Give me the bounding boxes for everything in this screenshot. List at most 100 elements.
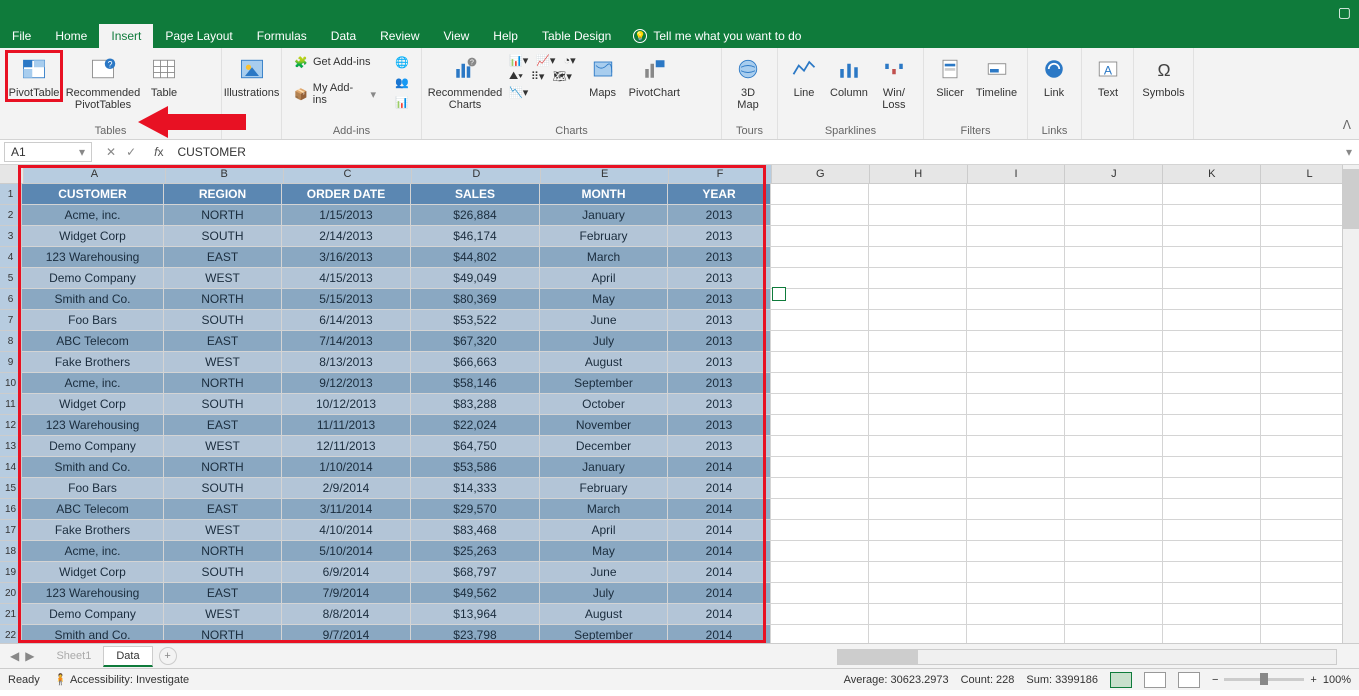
slicer-button[interactable]: Slicer	[930, 51, 970, 101]
cell[interactable]: REGION	[164, 184, 282, 205]
cell[interactable]	[869, 226, 967, 247]
text-button[interactable]: AText	[1088, 51, 1128, 101]
cell[interactable]: 2013	[668, 331, 771, 352]
cell[interactable]: 2013	[668, 226, 771, 247]
formula-expand-icon[interactable]: ▾	[1339, 145, 1359, 159]
cell[interactable]: 2013	[668, 394, 771, 415]
cell[interactable]	[1163, 520, 1261, 541]
cell[interactable]: 3/11/2014	[282, 499, 411, 520]
row-header[interactable]: 16	[0, 499, 21, 520]
cell[interactable]	[1163, 562, 1261, 583]
cell[interactable]: SOUTH	[164, 394, 282, 415]
cell[interactable]	[869, 478, 967, 499]
cell[interactable]: August	[540, 604, 668, 625]
sparkline-column-button[interactable]: Column	[826, 51, 872, 101]
cell[interactable]	[869, 394, 967, 415]
column-header[interactable]: I	[968, 165, 1066, 183]
cell[interactable]	[1163, 226, 1261, 247]
page-layout-view-button[interactable]	[1144, 672, 1166, 688]
sheet-nav-prev-icon[interactable]: ◀	[10, 649, 19, 663]
cell[interactable]: 2014	[668, 625, 771, 643]
cell[interactable]: $64,750	[411, 436, 540, 457]
area-chart-icon[interactable]: ⛰▾	[506, 69, 526, 84]
symbols-button[interactable]: ΩSymbols	[1140, 51, 1187, 101]
cell[interactable]: 10/12/2013	[282, 394, 411, 415]
pie-chart-icon[interactable]: ◔▾	[560, 53, 578, 68]
tab-data[interactable]: Data	[319, 24, 368, 48]
row-header[interactable]: 17	[0, 520, 21, 541]
cell[interactable]	[1163, 247, 1261, 268]
cell[interactable]: Foo Bars	[22, 478, 164, 499]
cell[interactable]	[869, 373, 967, 394]
cell[interactable]	[771, 541, 869, 562]
cell[interactable]: 1/10/2014	[282, 457, 411, 478]
cell[interactable]	[1065, 394, 1163, 415]
cell[interactable]: NORTH	[164, 205, 282, 226]
cell[interactable]: EAST	[164, 583, 282, 604]
row-header[interactable]: 7	[0, 310, 21, 331]
cell[interactable]: Demo Company	[22, 436, 164, 457]
cell[interactable]	[771, 226, 869, 247]
row-header[interactable]: 2	[0, 205, 21, 226]
cell[interactable]: NORTH	[164, 541, 282, 562]
cell[interactable]: $66,663	[411, 352, 540, 373]
cell[interactable]: $58,146	[411, 373, 540, 394]
cell[interactable]: 2013	[668, 373, 771, 394]
cell[interactable]	[771, 436, 869, 457]
cell[interactable]: 2/9/2014	[282, 478, 411, 499]
cell[interactable]	[869, 352, 967, 373]
tab-home[interactable]: Home	[43, 24, 99, 48]
cell[interactable]: SOUTH	[164, 478, 282, 499]
recommended-pivottables-button[interactable]: ? Recommended PivotTables	[64, 51, 142, 113]
cell[interactable]: $46,174	[411, 226, 540, 247]
cell[interactable]: Acme, inc.	[22, 373, 164, 394]
cell[interactable]	[967, 184, 1065, 205]
cell[interactable]	[771, 604, 869, 625]
3dmap-button[interactable]: 3D Map	[728, 51, 768, 113]
cell[interactable]	[771, 583, 869, 604]
cell[interactable]	[771, 352, 869, 373]
cell[interactable]: January	[540, 457, 668, 478]
cell[interactable]	[967, 625, 1065, 643]
timeline-button[interactable]: Timeline	[972, 51, 1021, 101]
cell[interactable]	[1065, 226, 1163, 247]
cell[interactable]: WEST	[164, 520, 282, 541]
cell[interactable]: October	[540, 394, 668, 415]
cell[interactable]: 7/14/2013	[282, 331, 411, 352]
cell[interactable]: September	[540, 625, 668, 643]
cell[interactable]: August	[540, 352, 668, 373]
cell[interactable]: Acme, inc.	[22, 541, 164, 562]
column-header[interactable]: C	[284, 165, 413, 183]
tab-view[interactable]: View	[432, 24, 482, 48]
cell[interactable]	[967, 289, 1065, 310]
cell[interactable]	[869, 520, 967, 541]
vertical-scrollbar[interactable]	[1342, 165, 1359, 643]
row-header[interactable]: 22	[0, 625, 21, 643]
cell[interactable]	[967, 205, 1065, 226]
cell[interactable]	[967, 268, 1065, 289]
row-header[interactable]: 20	[0, 583, 21, 604]
cell[interactable]: February	[540, 478, 668, 499]
visio-icon[interactable]: 📊	[391, 93, 413, 111]
cell[interactable]: 2014	[668, 562, 771, 583]
column-header[interactable]: J	[1065, 165, 1163, 183]
cell[interactable]: 2014	[668, 520, 771, 541]
cell[interactable]: June	[540, 562, 668, 583]
cell[interactable]	[1163, 268, 1261, 289]
cell[interactable]: 12/11/2013	[282, 436, 411, 457]
scatter-chart-icon[interactable]: ⠿▾	[528, 69, 548, 84]
cell[interactable]	[1065, 436, 1163, 457]
line-chart-icon[interactable]: 📈▾	[533, 53, 558, 68]
cell[interactable]: April	[540, 520, 668, 541]
column-header[interactable]: D	[412, 165, 541, 183]
cell[interactable]: 2013	[668, 247, 771, 268]
cell[interactable]	[771, 268, 869, 289]
cell[interactable]: 2014	[668, 541, 771, 562]
cell[interactable]	[869, 625, 967, 643]
quick-analysis-icon[interactable]	[772, 287, 786, 301]
cell[interactable]: March	[540, 247, 668, 268]
cell[interactable]: 9/12/2013	[282, 373, 411, 394]
cell[interactable]: 11/11/2013	[282, 415, 411, 436]
cell[interactable]: March	[540, 499, 668, 520]
cell[interactable]	[869, 184, 967, 205]
